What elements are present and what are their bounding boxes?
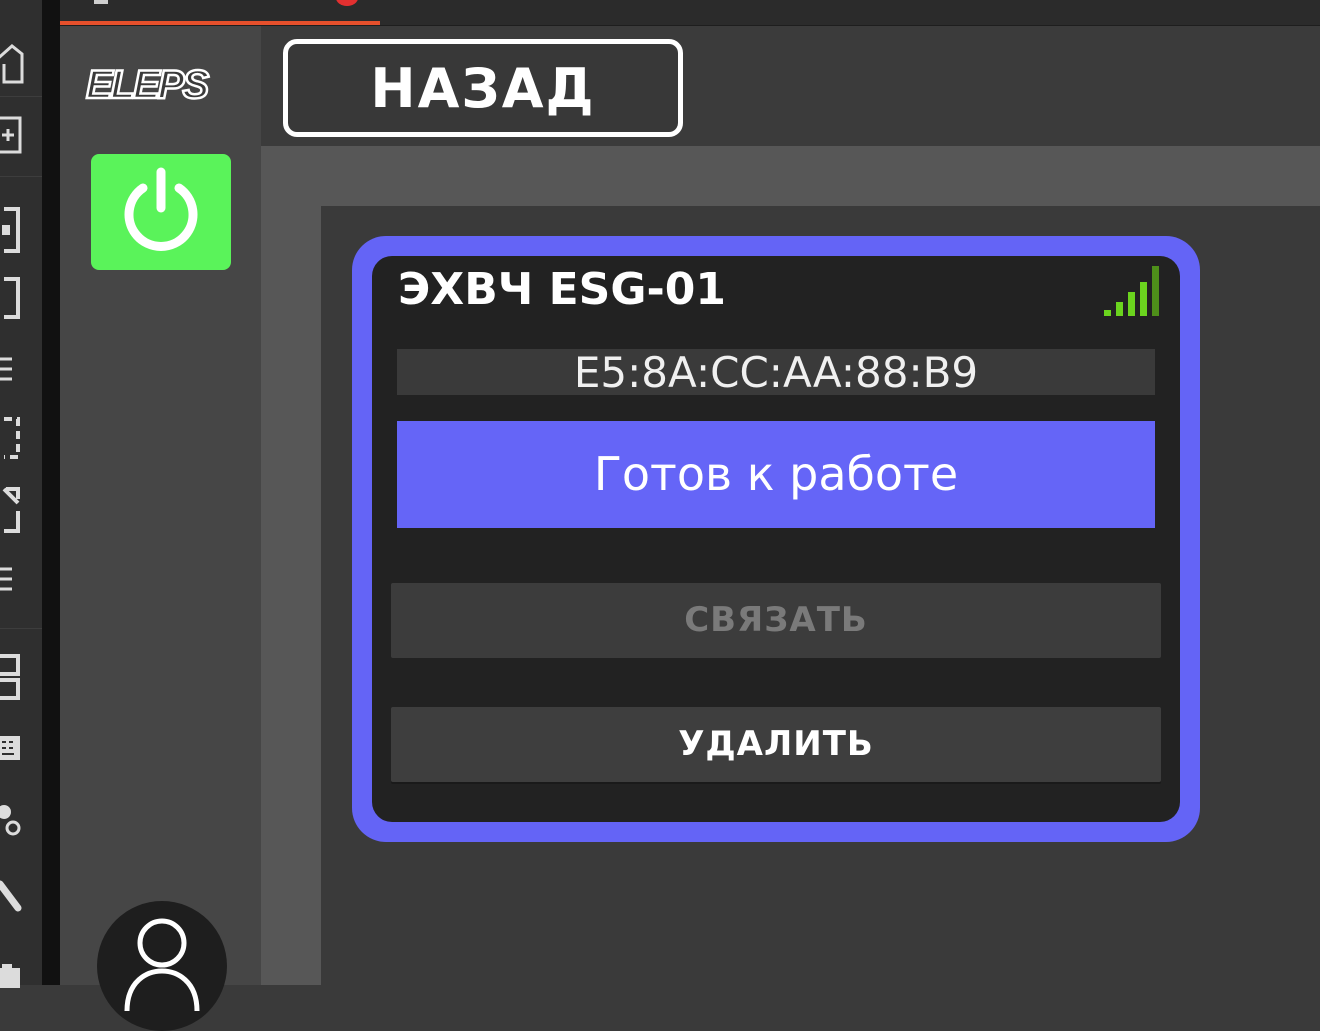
window-edge (42, 0, 60, 985)
tab-underline (60, 21, 380, 25)
list-icon[interactable] (0, 565, 24, 595)
settings-icon[interactable] (0, 800, 24, 840)
device-name: ЭХВЧ ESG-01 (398, 264, 726, 315)
device-card: ЭХВЧ ESG-01 E5:8A:CC:AA:88:B9 Готов к ра… (352, 236, 1200, 842)
device-mac-address: E5:8A:CC:AA:88:B9 (397, 349, 1155, 397)
user-avatar[interactable] (97, 901, 227, 1031)
add-icon[interactable] (0, 110, 24, 154)
keyboard-icon[interactable] (0, 732, 24, 766)
user-icon (124, 918, 200, 1011)
app-sidebar: ELEPS (60, 26, 261, 1031)
header: НАЗАД (261, 26, 1320, 146)
tab-icon (94, 0, 108, 4)
tab-bar (60, 0, 1320, 26)
expand-icon[interactable] (0, 485, 24, 535)
delete-button[interactable]: УДАЛИТЬ (391, 707, 1161, 782)
power-button[interactable] (91, 154, 231, 270)
back-button[interactable]: НАЗАД (283, 39, 683, 137)
bracket-icon[interactable] (0, 275, 24, 321)
bracket-icon[interactable] (0, 205, 24, 255)
device-status: Готов к работе (397, 421, 1155, 528)
camera-icon[interactable] (0, 958, 24, 988)
copy-icon[interactable] (0, 652, 24, 702)
bracket-icon[interactable] (0, 415, 24, 461)
tab-close-dot[interactable] (336, 0, 358, 6)
logo-text: ELEPS (86, 63, 209, 106)
device-card-body: ЭХВЧ ESG-01 E5:8A:CC:AA:88:B9 Готов к ра… (372, 256, 1180, 822)
os-toolbar (0, 0, 43, 988)
signal-strength-icon (1104, 266, 1159, 316)
link-button[interactable]: СВЯЗАТЬ (391, 583, 1161, 658)
list-icon[interactable] (0, 355, 24, 385)
power-icon (124, 167, 198, 251)
tab-active[interactable] (60, 0, 380, 25)
home-icon[interactable] (0, 40, 24, 84)
wrench-icon[interactable] (0, 878, 24, 918)
eleps-logo: ELEPS (82, 62, 240, 109)
